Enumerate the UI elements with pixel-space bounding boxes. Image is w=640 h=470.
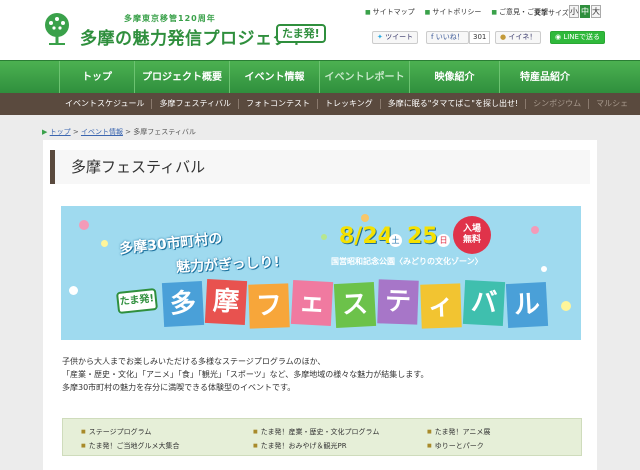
confetti-dot	[361, 214, 369, 222]
title-block: ィ	[420, 283, 462, 329]
nav-spacer	[0, 61, 60, 94]
subnav-item-trekking[interactable]: トレッキング	[318, 99, 381, 109]
tree-logo-icon[interactable]	[42, 12, 72, 46]
program-link-industry[interactable]: たま発！産業・歴史・文化プログラム	[253, 427, 380, 437]
twitter-icon: ✦	[377, 33, 383, 41]
text-size-medium-button[interactable]: 中	[580, 5, 590, 18]
facebook-like-button[interactable]: f いいね！	[426, 31, 469, 44]
program-link-souvenir[interactable]: たま発！おみやげ＆観光PR	[253, 441, 347, 451]
tweet-button[interactable]: ✦ ツイート	[372, 31, 419, 44]
line-send-button[interactable]: ◉ LINEで送る	[550, 31, 605, 44]
subnav-item-festival[interactable]: 多摩フェスティバル	[152, 99, 239, 109]
confetti-dot	[101, 240, 108, 247]
subnav-item-schedule[interactable]: イベントスケジュール	[58, 99, 153, 109]
mixi-icon: ●	[500, 33, 507, 41]
banner-badge: たま発!	[115, 287, 159, 315]
utility-links: サイトマップ サイトポリシー ご意見・ご要望	[365, 7, 548, 17]
confetti-dot	[561, 301, 571, 311]
subnav-item-tamatebako[interactable]: 多摩に眠る"タマてばこ"を探し出せ!	[381, 99, 527, 109]
title-block: 摩	[204, 278, 248, 326]
nav-item-top[interactable]: トップ	[60, 61, 135, 94]
banner-date-day1: 8/24	[339, 224, 393, 249]
nav-item-videos[interactable]: 映像紹介	[410, 61, 500, 94]
intro-line: 多摩30市町村の魅力を存分に満喫できる体験型のイベントです。	[62, 383, 296, 392]
intro-line: 子供から大人までお楽しみいただける多様なステージプログラムのほか、	[62, 357, 326, 366]
nav-item-products[interactable]: 特産品紹介	[500, 61, 590, 94]
sitemap-link[interactable]: サイトマップ	[365, 7, 415, 17]
nav-item-event-info[interactable]: イベント情報	[230, 61, 320, 94]
breadcrumb-arrow-icon: ▶	[42, 128, 48, 136]
program-link-anime[interactable]: たま発！アニメ展	[427, 427, 491, 437]
program-link-stage[interactable]: ステージプログラム	[81, 427, 152, 437]
text-size-small-button[interactable]: 小	[569, 5, 579, 18]
subnav-item-marche[interactable]: マルシェ	[589, 99, 635, 109]
program-links-box: ステージプログラム たま発！産業・歴史・文化プログラム たま発！アニメ展 たま発…	[62, 418, 582, 456]
intro-text: 子供から大人までお楽しみいただける多様なステージプログラムのほか、 「産業・歴史…	[62, 355, 582, 394]
program-link-gourmet[interactable]: たま発！ご当地グルメ大集合	[81, 441, 180, 451]
nav-item-event-report[interactable]: イベントレポート	[320, 61, 410, 94]
page-title: 多摩フェスティバル	[50, 150, 590, 184]
title-block: ス	[333, 281, 377, 329]
festival-banner: 多摩30市町村の 魅力がぎっしり! 8/24 土 25 日 入場 無料 国営昭和…	[61, 206, 581, 340]
confetti-dot	[321, 234, 327, 240]
breadcrumb-events-link[interactable]: イベント情報	[81, 128, 123, 136]
title-block: テ	[377, 279, 419, 325]
confetti-dot	[541, 266, 547, 272]
text-size-large-button[interactable]: 大	[591, 5, 601, 18]
title-block: 多	[161, 280, 205, 328]
title-block: フ	[248, 283, 290, 329]
program-link-yuri-park[interactable]: ゆりーとパーク	[427, 441, 484, 451]
title-block: ェ	[290, 279, 334, 327]
subnav-item-photo-contest[interactable]: フォトコンテスト	[239, 99, 318, 109]
banner-venue: 国営昭和記念公園〈みどりの文化ゾーン〉	[331, 257, 483, 266]
banner-date-day2: 25	[407, 224, 438, 249]
site-policy-link[interactable]: サイトポリシー	[425, 7, 481, 17]
festival-title-blocks: 多 摩 フ ェ ス テ ィ バ ル	[161, 278, 553, 332]
banner-date-dow2: 日	[437, 234, 450, 247]
logo-subtitle: 多摩東京移管120周年	[124, 14, 216, 23]
facebook-icon: f	[431, 33, 434, 41]
free-admission-badge: 入場 無料	[453, 216, 491, 254]
nav-item-project-overview[interactable]: プロジェクト概要	[135, 61, 230, 94]
text-size-switcher: 小 中 大	[569, 5, 601, 18]
like-count: 301	[469, 31, 491, 44]
event-subnav: イベントスケジュール 多摩フェスティバル フォトコンテスト トレッキング 多摩に…	[0, 93, 640, 115]
intro-line: 「産業・歴史・文化」「アニメ」「食」「観光」「スポーツ」など、多摩地域の様々な魅…	[62, 370, 429, 379]
site-header: 多摩東京移管120周年 多摩の魅力発信プロジェクト たま発! サイトマップ サイ…	[0, 0, 640, 60]
banner-catch-line2: 魅力がぎっしり!	[175, 254, 281, 276]
breadcrumb-top-link[interactable]: トップ	[50, 128, 71, 136]
confetti-dot	[531, 226, 539, 234]
main-nav: トップ プロジェクト概要 イベント情報 イベントレポート 映像紹介 特産品紹介	[0, 60, 640, 94]
text-size-label: 文字サイズ	[534, 9, 569, 17]
mixi-iine-button[interactable]: ● イイネ！	[495, 31, 542, 44]
title-block: ル	[505, 281, 549, 329]
logo-badge: たま発!	[276, 24, 326, 43]
banner-date-dow1: 土	[389, 234, 402, 247]
line-icon: ◉	[555, 33, 562, 41]
confetti-dot	[69, 286, 78, 295]
logo-title[interactable]: 多摩の魅力発信プロジェクト	[80, 24, 308, 49]
confetti-dot	[79, 220, 89, 230]
banner-catch-line1: 多摩30市町村の	[118, 230, 224, 258]
title-block: バ	[462, 279, 506, 327]
breadcrumb: ▶ トップ > イベント情報 > 多摩フェスティバル	[42, 128, 196, 136]
breadcrumb-current: 多摩フェスティバル	[133, 128, 196, 136]
subnav-item-symposium[interactable]: シンポジウム	[526, 99, 590, 109]
